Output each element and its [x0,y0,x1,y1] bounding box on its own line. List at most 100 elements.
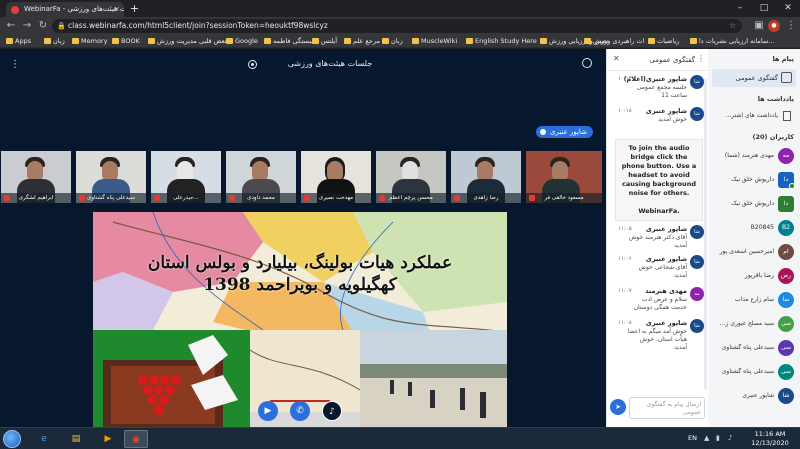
user-list-item[interactable]: رض رضا باقرپور [710,265,798,287]
webinarfa-favicon [11,6,19,14]
bookmark-item[interactable]: همبستگی فاطمه [264,35,318,48]
reload-icon[interactable]: ↻ [36,19,50,33]
message-time: ۱۰:۱۳ [618,76,632,82]
windows-taskbar: e ▤ ▶ ◉ EN ▲ ▮ ♪ 11:16 AM 12/13/2020 [0,427,800,449]
chat-header: ✕ گفتگوی عمومی ⋮ [607,49,709,71]
volume-icon[interactable]: ♪ [728,434,732,442]
browser-menu-icon[interactable]: ⋮ [784,19,798,33]
tab-title: WebinarFa - جلسات هیئت‌های ورزشی [24,5,124,13]
user-list-item[interactable]: دا داریوش خلق نیک [710,193,798,215]
bookmark-item[interactable]: Memory [72,35,107,48]
user-avatar: شا [690,255,704,269]
mic-muted-icon [529,195,535,201]
presentation-stage: ⋮ جلسات هیئت‌های ورزشی شاپور عنبری ابراه… [0,49,606,446]
media-player-icon[interactable]: ▶ [96,430,120,448]
phone-icon[interactable]: ✆ [290,401,310,421]
shared-notes-label: یادداشت های اشتر... [725,112,778,119]
user-name: B20845 [750,224,774,231]
slide-title-line1: عملکرد هیات بولینگ، بیلیارد و بولس استان [147,253,453,273]
message-text: خوش آمدید [658,116,687,123]
user-avatar: ام [778,244,794,260]
user-name: سیدعلی پناه گشتاوی [721,344,774,351]
extension-icon[interactable]: ▣ [752,19,766,33]
language-indicator[interactable]: EN [688,434,697,442]
clock-time: 11:16 AM [754,430,786,438]
mic-muted-icon [154,195,160,201]
user-list-item[interactable]: دا داریوش خلق نیک [710,169,798,191]
user-list-item[interactable]: ام امیرحسین اسعدی پور [710,241,798,263]
webcam-thumbnail[interactable]: محمد داودی [226,151,296,203]
message-author: شاپور عنبری [645,225,687,233]
webcam-thumbnail[interactable]: حیدرعلی... [151,151,221,203]
user-icon[interactable] [582,58,592,68]
user-name: رضا باقرپور [744,272,774,279]
microphone-icon[interactable]: ♪ [322,401,342,421]
user-list-item[interactable]: سی سید مصلح غیوری ز... [710,313,798,335]
maximize-icon[interactable]: □ [752,0,776,17]
minimize-icon[interactable]: – [728,0,752,17]
browser-tab[interactable]: WebinarFa - جلسات هیئت‌های ورزشی × [6,2,124,17]
chrome-icon[interactable]: ◉ [124,430,148,448]
user-list-item[interactable]: سی سیدعلی پناه گشتاوی [710,361,798,383]
user-list-item[interactable]: شا شاپور عنبری [710,385,798,407]
bookmark-item[interactable]: مطالعات راهبردی ورزش [584,35,644,48]
options-menu-icon[interactable]: ⋮ [10,59,20,70]
webcam-icon[interactable]: ▶ [258,401,278,421]
notes-icon [783,111,791,121]
bookmark-item[interactable]: آیلتس [312,35,337,48]
bookmark-item[interactable]: زبان [44,35,65,48]
bookmark-star-icon[interactable]: ☆ [729,19,736,33]
system-clock[interactable]: 11:16 AM 12/13/2020 [744,430,796,448]
notice-brand: WebinarFa. [638,207,680,215]
file-explorer-icon[interactable]: ▤ [64,430,88,448]
record-icon[interactable] [248,60,257,69]
user-list-item[interactable]: سی سیدعلی پناه گشتاوی [710,337,798,359]
user-name: سام زارع مداب [734,296,774,303]
bookmark-item[interactable]: MuscleWiki [412,35,457,48]
bookmark-item[interactable]: ریاضیات [648,35,680,48]
public-chat-item[interactable]: گفتگوی عمومی [712,69,796,87]
chat-scrollbar[interactable] [704,79,707,389]
tray-arrow-icon[interactable]: ▲ [704,434,709,442]
webcam-thumbnail[interactable]: رضا زاهدی [451,151,521,203]
chat-message: شا شاپور عنبری ۱۱:۰۶ آقای شجاعی خوش آمدی… [610,255,704,287]
back-icon[interactable]: ← [4,19,18,33]
user-list-item[interactable]: سا سام زارع مداب [710,289,798,311]
user-avatar: سی [778,340,794,356]
webcam-thumbnail[interactable]: مسعود خالقی فر [526,151,602,203]
chat-options-icon[interactable]: ⋮ [697,54,705,63]
shared-notes-item[interactable]: یادداشت های اشتر... [712,109,796,123]
bookmark-item[interactable]: Google [226,35,258,48]
bookmark-item[interactable]: Apps [6,35,31,48]
webcam-thumbnail[interactable]: محسن پرچم اعظم [376,151,446,203]
network-icon[interactable]: ▮ [716,434,720,442]
user-avatar: سی [778,316,794,332]
message-text: خوش آمد میگم به اعضا هیأت استان، خوش آمد… [627,328,687,351]
bookmark-item[interactable]: مرجع علم [344,35,380,48]
close-window-icon[interactable]: ✕ [776,0,800,17]
message-time: ۱۱:۰۸ [618,320,632,326]
chat-input[interactable]: ارسال پیام به گفتگوی عمومی [629,397,705,419]
bookmark-item[interactable]: English Study Here [466,35,537,48]
mic-muted-icon [304,195,310,201]
send-icon[interactable]: ➤ [610,399,626,415]
bookmark-item[interactable]: تعض قلبی مدیریت ورزش [148,35,227,48]
webcam-thumbnail[interactable]: سیدعلی پناه گشتاوی [76,151,146,203]
ie-icon[interactable]: e [32,430,56,448]
user-list-item[interactable]: مه مهدی هنرمند (شما) [710,145,798,167]
webcam-name: ابراهیم لشگری [1,193,71,203]
bookmark-item[interactable]: زبان [382,35,403,48]
new-tab-button[interactable]: + [128,3,141,16]
bookmark-item[interactable]: سامانه ارزیابی نشریات دا... [690,35,798,48]
user-list-item[interactable]: B2 B20845 [710,217,798,239]
close-tab-icon[interactable]: × [114,2,120,17]
forward-icon[interactable]: → [20,19,34,33]
bookmark-item[interactable]: BOOK [112,35,140,48]
webcam-thumbnail[interactable]: ابراهیم لشگری [1,151,71,203]
close-chat-icon[interactable]: ✕ [613,54,620,63]
profile-avatar[interactable]: ● [768,20,780,32]
start-button[interactable] [3,430,21,448]
webinar-app: ⋮ جلسات هیئت‌های ورزشی شاپور عنبری ابراه… [0,49,800,446]
address-bar[interactable]: 🔒 class.webinarfa.com/html5client/join?s… [52,19,742,33]
webcam-thumbnail[interactable]: مهدخت نصیری [301,151,371,203]
